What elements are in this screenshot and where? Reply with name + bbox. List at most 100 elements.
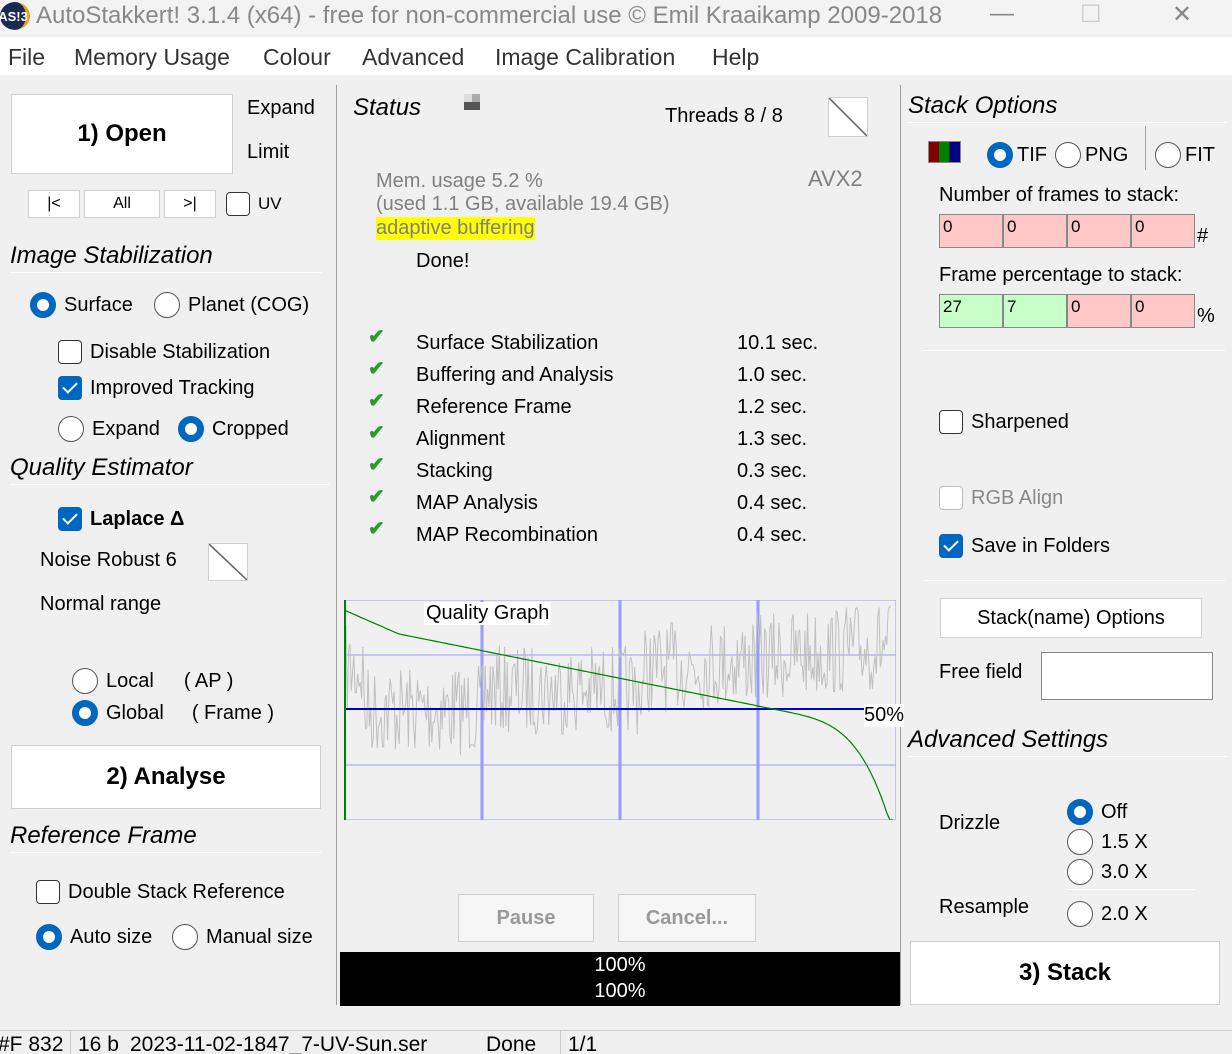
radio-drizzle-3-0[interactable]: 3.0 X: [1067, 859, 1148, 885]
resample-label: Resample: [939, 896, 1030, 918]
percentage-input[interactable]: 0: [1131, 294, 1195, 328]
last-frame-button[interactable]: >|: [164, 190, 216, 218]
divider: [907, 122, 1227, 123]
minimize-button[interactable]: —: [990, 0, 1014, 28]
step-time: 1.3 sec.: [737, 428, 808, 450]
uv-checkbox[interactable]: UV: [226, 192, 282, 216]
label: 1.5 X: [1101, 830, 1148, 853]
checkbox[interactable]: [939, 534, 963, 558]
menu-file[interactable]: File: [8, 44, 45, 71]
radio-expand[interactable]: Expand: [58, 416, 160, 442]
radio[interactable]: [1067, 859, 1093, 885]
radio[interactable]: [987, 142, 1013, 168]
all-frames-button[interactable]: All: [84, 190, 160, 218]
radio-resample-2-0[interactable]: 2.0 X: [1067, 901, 1148, 927]
free-field-input[interactable]: [1041, 652, 1213, 700]
radio-surface[interactable]: Surface: [30, 292, 133, 318]
close-button[interactable]: ✕: [1172, 0, 1192, 29]
status-bar: #F 832 16 b 2023-11-02-1847_7-UV-Sun.ser…: [0, 1030, 1232, 1054]
radio-auto-size[interactable]: Auto size: [36, 924, 152, 950]
progress-bar: 100% 100%: [340, 952, 900, 1006]
radio[interactable]: [178, 416, 204, 442]
expand-label[interactable]: Expand: [247, 97, 315, 120]
noise-stepper[interactable]: [208, 543, 248, 581]
radio-drizzle-off[interactable]: Off: [1067, 799, 1127, 825]
radio[interactable]: [72, 700, 98, 726]
radio-fit[interactable]: FIT: [1155, 142, 1215, 168]
checkbox[interactable]: [939, 410, 963, 434]
memory-usage-text: Mem. usage 5.2 %: [376, 170, 543, 192]
check-icon: ✔: [368, 486, 385, 508]
analyse-button[interactable]: 2) Analyse: [11, 745, 321, 809]
rgb-color-icon[interactable]: [928, 141, 961, 163]
menu-colour[interactable]: Colour: [263, 44, 331, 71]
label: Off: [1101, 800, 1128, 823]
radio[interactable]: [172, 924, 198, 950]
percentage-input[interactable]: 27: [939, 294, 1003, 328]
noise-robust-label: Noise Robust 6: [40, 549, 177, 571]
stack-name-options-button[interactable]: Stack(name) Options: [940, 598, 1202, 638]
section-quality-estimator: Quality Estimator: [10, 454, 193, 481]
improved-tracking-checkbox[interactable]: Improved Tracking: [58, 376, 255, 400]
threads-label: Threads 8 / 8: [665, 105, 783, 127]
frames-input[interactable]: 0: [1131, 214, 1195, 248]
divider: [10, 272, 322, 273]
maximize-button[interactable]: ☐: [1080, 0, 1102, 29]
radio[interactable]: [1067, 901, 1093, 927]
radio[interactable]: [1155, 142, 1181, 168]
radio-local[interactable]: Local ( AP ): [72, 668, 233, 694]
radio-tif[interactable]: TIF: [987, 142, 1047, 168]
disable-stabilization-checkbox[interactable]: Disable Stabilization: [58, 340, 270, 364]
radio[interactable]: [1067, 799, 1093, 825]
radio-drizzle-1-5[interactable]: 1.5 X: [1067, 829, 1148, 855]
radio[interactable]: [72, 668, 98, 694]
radio-png[interactable]: PNG: [1055, 142, 1129, 168]
frames-input[interactable]: 0: [1067, 214, 1131, 248]
step-time: 1.0 sec.: [737, 364, 808, 386]
save-in-folders-checkbox[interactable]: Save in Folders: [939, 534, 1110, 558]
double-stack-checkbox[interactable]: Double Stack Reference: [36, 880, 285, 904]
step-time: 0.4 sec.: [737, 524, 808, 546]
radio[interactable]: [1067, 829, 1093, 855]
avx-label: AVX2: [808, 166, 863, 191]
open-button[interactable]: 1) Open: [11, 94, 233, 174]
stack-button[interactable]: 3) Stack: [910, 941, 1220, 1005]
percentage-input[interactable]: 7: [1003, 294, 1067, 328]
checkbox[interactable]: [939, 486, 963, 510]
radio[interactable]: [58, 416, 84, 442]
menu-advanced[interactable]: Advanced: [362, 44, 464, 71]
sharpened-checkbox[interactable]: Sharpened: [939, 410, 1069, 434]
radio[interactable]: [154, 292, 180, 318]
menu-memory-usage[interactable]: Memory Usage: [74, 44, 230, 71]
radio[interactable]: [1055, 142, 1081, 168]
frames-input[interactable]: 0: [1003, 214, 1067, 248]
menu-image-calibration[interactable]: Image Calibration: [495, 44, 675, 71]
percentage-input[interactable]: 0: [1067, 294, 1131, 328]
radio-planet[interactable]: Planet (COG): [154, 292, 309, 318]
frames-input[interactable]: 0: [939, 214, 1003, 248]
radio[interactable]: [36, 924, 62, 950]
checkbox[interactable]: [36, 880, 60, 904]
rgb-align-checkbox[interactable]: RGB Align: [939, 486, 1063, 510]
radio-cropped[interactable]: Cropped: [178, 416, 289, 442]
pause-button[interactable]: Pause: [458, 894, 594, 942]
cancel-button[interactable]: Cancel...: [618, 894, 756, 942]
label: Auto size: [70, 925, 153, 948]
radio[interactable]: [30, 292, 56, 318]
menu-help[interactable]: Help: [712, 44, 759, 71]
status-file: 2023-11-02-1847_7-UV-Sun.ser: [130, 1033, 428, 1054]
checkbox[interactable]: [226, 192, 250, 216]
radio-manual-size[interactable]: Manual size: [172, 924, 313, 950]
laplace-checkbox[interactable]: Laplace Δ: [58, 507, 184, 531]
checkbox[interactable]: [58, 340, 82, 364]
checkbox[interactable]: [58, 507, 82, 531]
radio-global[interactable]: Global ( Frame ): [72, 700, 274, 726]
first-frame-button[interactable]: |<: [28, 190, 80, 218]
quality-50-marker: 50%: [864, 704, 905, 727]
step-name: Alignment: [416, 428, 505, 450]
limit-label[interactable]: Limit: [247, 141, 289, 164]
threads-stepper[interactable]: [828, 97, 868, 137]
app-logo: AS!3: [0, 2, 30, 30]
label: 3.0 X: [1101, 860, 1148, 883]
checkbox[interactable]: [58, 376, 82, 400]
